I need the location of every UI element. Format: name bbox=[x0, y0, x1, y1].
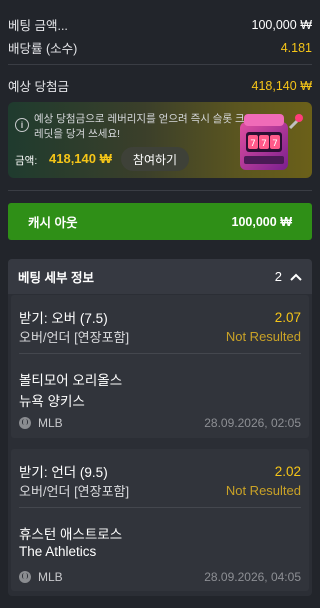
svg-text:7: 7 bbox=[261, 139, 267, 149]
bet-amount-label: 베팅 금액... bbox=[8, 19, 68, 33]
promo-message: 예상 당첨금으로 레버리지를 얻으려 즉시 슬롯 크레딧을 당겨 쓰세요! bbox=[34, 113, 245, 140]
bet-odds: 2.02 bbox=[274, 463, 301, 479]
slot-machine-icon: 7 7 7 bbox=[240, 114, 303, 170]
league-name: MLB bbox=[38, 416, 63, 430]
league-name: MLB bbox=[38, 570, 63, 584]
odds-row: 배당률 (소수) 4.181 bbox=[8, 38, 312, 57]
odds-value: 4.181 bbox=[280, 40, 312, 55]
home-team: 휴스턴 애스트로스 bbox=[19, 527, 123, 542]
bet-status: Not Resulted bbox=[225, 329, 301, 344]
cash-out-value: 100,000 ₩ bbox=[231, 214, 292, 229]
odds-label: 배당률 (소수) bbox=[8, 42, 78, 56]
expected-winnings-value: 418,140 ₩ bbox=[251, 78, 312, 93]
svg-text:7: 7 bbox=[250, 139, 256, 149]
promo-amount-label: 금액: bbox=[15, 155, 38, 167]
expected-winnings-row: 예상 당첨금 418,140 ₩ bbox=[8, 76, 312, 95]
bet-details-panel: 베팅 세부 정보 2 받기: 오버 (7.5) 2.07 오버/언더 [연장포함… bbox=[8, 259, 312, 596]
divider bbox=[8, 64, 312, 65]
promo-amount-value: 418,140 ₩ bbox=[49, 151, 112, 166]
bet-odds: 2.07 bbox=[274, 309, 301, 325]
cash-out-label: 캐시 아웃 bbox=[28, 216, 78, 230]
event-datetime: 28.09.2026, 02:05 bbox=[204, 416, 301, 430]
chevron-up-icon[interactable] bbox=[290, 273, 302, 281]
bet-count: 2 bbox=[274, 269, 282, 284]
away-team: 뉴욕 양키스 bbox=[19, 394, 85, 409]
slot-credit-promo-banner: i 예상 당첨금으로 레버리지를 얻으려 즉시 슬롯 크레딧을 당겨 쓰세요! … bbox=[8, 102, 312, 178]
join-button[interactable]: 참여하기 bbox=[121, 147, 189, 171]
divider bbox=[19, 353, 301, 354]
info-icon: i bbox=[15, 118, 29, 132]
away-team: The Athletics bbox=[19, 544, 97, 559]
bet-details-title: 베팅 세부 정보 bbox=[18, 271, 94, 285]
svg-text:7: 7 bbox=[272, 139, 278, 149]
home-team: 볼티모어 오리올스 bbox=[19, 373, 123, 388]
bet-market: 오버/언더 [연장포함] bbox=[19, 330, 130, 345]
event-datetime: 28.09.2026, 04:05 bbox=[204, 570, 301, 584]
expected-winnings-label: 예상 당첨금 bbox=[8, 80, 69, 94]
bet-amount-value: 100,000 ₩ bbox=[251, 17, 312, 32]
bet-market: 오버/언더 [연장포함] bbox=[19, 484, 130, 499]
divider bbox=[8, 190, 312, 191]
bet-card: 받기: 언더 (9.5) 2.02 오버/언더 [연장포함] Not Resul… bbox=[11, 449, 309, 591]
baseball-icon bbox=[19, 417, 31, 429]
bet-card: 받기: 오버 (7.5) 2.07 오버/언더 [연장포함] Not Resul… bbox=[11, 295, 309, 438]
bet-pick: 받기: 오버 (7.5) bbox=[19, 311, 108, 326]
cash-out-button[interactable]: 캐시 아웃 100,000 ₩ bbox=[8, 203, 312, 240]
baseball-icon bbox=[19, 571, 31, 583]
bet-details-header[interactable]: 베팅 세부 정보 2 bbox=[8, 259, 312, 294]
bet-pick: 받기: 언더 (9.5) bbox=[19, 465, 108, 480]
bet-status: Not Resulted bbox=[225, 483, 301, 498]
bet-amount-row: 베팅 금액... 100,000 ₩ bbox=[8, 15, 312, 34]
divider bbox=[19, 507, 301, 508]
